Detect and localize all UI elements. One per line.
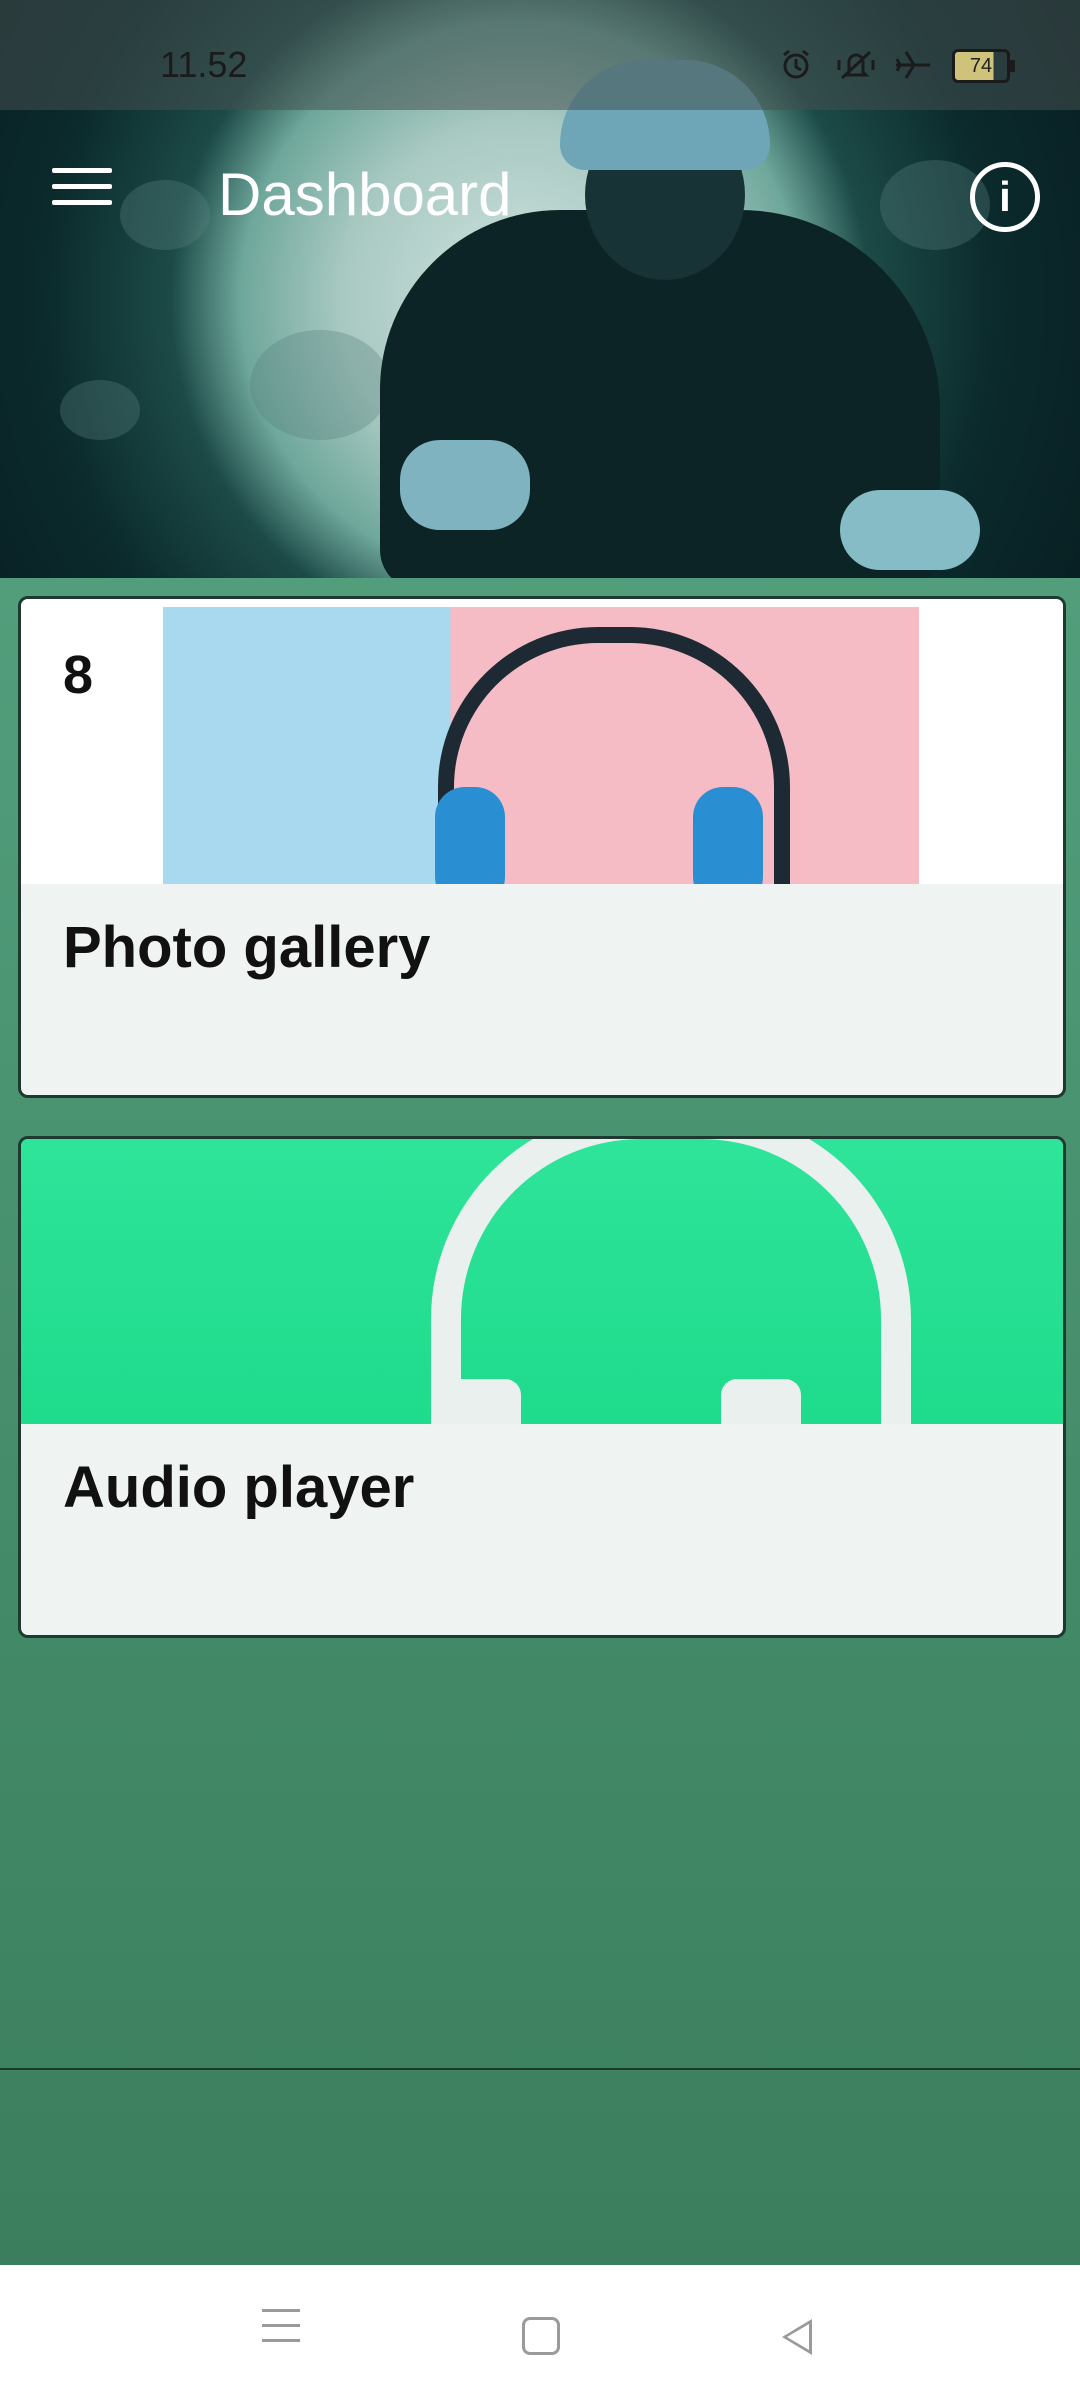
- recents-icon[interactable]: [262, 2309, 312, 2359]
- audio-player-card[interactable]: Audio player: [18, 1136, 1066, 1638]
- alarm-icon: [778, 48, 814, 84]
- vibrate-off-icon: [836, 48, 875, 84]
- photo-gallery-card[interactable]: 8 Photo gallery: [18, 596, 1066, 1098]
- back-icon[interactable]: [782, 2319, 812, 2355]
- hamburger-menu-icon[interactable]: [52, 168, 112, 218]
- airplane-mode-icon: [894, 48, 930, 84]
- audio-player-image: [21, 1139, 1063, 1424]
- home-icon[interactable]: [522, 2317, 560, 2355]
- photo-gallery-title: Photo gallery: [63, 915, 431, 980]
- photo-gallery-image: 8: [21, 599, 1063, 884]
- divider: [0, 2068, 1080, 2070]
- page-title: Dashboard: [218, 161, 512, 228]
- audio-player-title: Audio player: [63, 1455, 415, 1520]
- status-time: 11.52: [160, 44, 248, 85]
- system-nav-bar: [0, 2265, 1080, 2400]
- info-icon[interactable]: i: [970, 162, 1040, 232]
- photo-count-badge: 8: [63, 645, 94, 705]
- status-bar: 11.52 74: [0, 0, 1080, 110]
- battery-icon: 74: [952, 49, 1015, 83]
- app-bar: Dashboard i: [0, 110, 1080, 280]
